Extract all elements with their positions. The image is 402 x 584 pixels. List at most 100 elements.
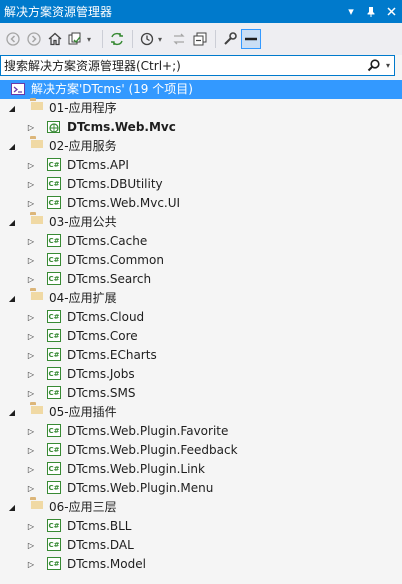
- solution-folder[interactable]: ◢ 02-应用服务: [0, 137, 402, 156]
- project-node[interactable]: ▷ C# DTcms.BLL: [0, 517, 402, 536]
- collapsed-arrow-icon[interactable]: ▷: [25, 194, 37, 213]
- collapsed-arrow-icon[interactable]: ▷: [25, 517, 37, 536]
- preview-icon[interactable]: [241, 29, 261, 49]
- csharp-project-icon: C#: [46, 385, 62, 401]
- csharp-project-icon: C#: [46, 518, 62, 534]
- csharp-project-icon: C#: [46, 271, 62, 287]
- collapsed-arrow-icon[interactable]: ▷: [25, 365, 37, 384]
- project-node[interactable]: ▷ C# DTcms.Core: [0, 327, 402, 346]
- project-node[interactable]: ▷ C# DTcms.Web.Plugin.Feedback: [0, 441, 402, 460]
- project-node[interactable]: ▷ DTcms.Web.Mvc: [0, 118, 402, 137]
- folder-icon: [29, 214, 45, 230]
- solution-folder[interactable]: ◢ 01-应用程序: [0, 99, 402, 118]
- project-node[interactable]: ▷ C# DTcms.Common: [0, 251, 402, 270]
- project-node[interactable]: ▷ C# DTcms.SMS: [0, 384, 402, 403]
- project-node[interactable]: ▷ C# DTcms.Search: [0, 270, 402, 289]
- csharp-badge: C#: [47, 272, 61, 285]
- project-node[interactable]: ▷ C# DTcms.Jobs: [0, 365, 402, 384]
- collapsed-arrow-icon[interactable]: ▷: [25, 251, 37, 270]
- expanded-arrow-icon[interactable]: ◢: [6, 403, 18, 422]
- project-label: DTcms.Model: [67, 557, 146, 571]
- project-node[interactable]: ▷ C# DTcms.Web.Plugin.Favorite: [0, 422, 402, 441]
- search-input[interactable]: [1, 56, 364, 75]
- project-node[interactable]: ▷ C# DTcms.API: [0, 156, 402, 175]
- collapsed-arrow-icon[interactable]: ▷: [25, 460, 37, 479]
- expanded-arrow-icon[interactable]: ◢: [6, 498, 18, 517]
- pin-icon[interactable]: [362, 3, 380, 21]
- chevron-down-icon[interactable]: ▾: [87, 35, 95, 44]
- chevron-down-icon[interactable]: ▾: [158, 35, 166, 44]
- collapsed-arrow-icon[interactable]: ▷: [25, 441, 37, 460]
- project-label: DTcms.Jobs: [67, 367, 135, 381]
- history-icon[interactable]: [137, 29, 157, 49]
- solution-tree: 解决方案'DTcms' (19 个项目) ◢ 01-应用程序 ▷ DTcms.Web.M…: [0, 80, 402, 574]
- project-node[interactable]: ▷ C# DTcms.Web.Plugin.Menu: [0, 479, 402, 498]
- collapsed-arrow-icon[interactable]: ▷: [25, 156, 37, 175]
- collapsed-arrow-icon[interactable]: ▷: [25, 232, 37, 251]
- close-icon[interactable]: [382, 3, 400, 21]
- solution-folder[interactable]: ◢ 03-应用公共: [0, 213, 402, 232]
- home-icon[interactable]: [45, 29, 65, 49]
- forward-icon[interactable]: [24, 29, 44, 49]
- collapsed-arrow-icon[interactable]: ▷: [25, 308, 37, 327]
- solution-folder[interactable]: ◢ 05-应用插件: [0, 403, 402, 422]
- project-label: DTcms.Cache: [67, 234, 148, 248]
- toolbar-separator: [132, 30, 133, 48]
- pending-changes-icon[interactable]: [66, 29, 86, 49]
- csharp-badge: C#: [47, 367, 61, 380]
- expanded-arrow-icon[interactable]: ◢: [6, 289, 18, 308]
- title-bar: 解决方案资源管理器 ▾: [0, 0, 402, 23]
- properties-icon[interactable]: [220, 29, 240, 49]
- collapsed-arrow-icon[interactable]: ▷: [25, 384, 37, 403]
- solution-folder[interactable]: ◢ 06-应用三层: [0, 498, 402, 517]
- solution-node[interactable]: 解决方案'DTcms' (19 个项目): [0, 80, 402, 99]
- expanded-arrow-icon[interactable]: ◢: [6, 137, 18, 156]
- project-node[interactable]: ▷ C# DTcms.DAL: [0, 536, 402, 555]
- switch-views-icon[interactable]: [169, 29, 189, 49]
- project-label: DTcms.SMS: [67, 386, 136, 400]
- collapsed-arrow-icon[interactable]: ▷: [25, 118, 37, 137]
- collapsed-arrow-icon[interactable]: ▷: [25, 327, 37, 346]
- dropdown-icon[interactable]: ▾: [342, 3, 360, 21]
- csharp-badge: C#: [47, 519, 61, 532]
- csharp-project-icon: C#: [46, 556, 62, 572]
- solution-folder[interactable]: ◢ 04-应用扩展: [0, 289, 402, 308]
- project-node[interactable]: ▷ C# DTcms.ECharts: [0, 346, 402, 365]
- csharp-project-icon: C#: [46, 480, 62, 496]
- csharp-project-icon: C#: [46, 537, 62, 553]
- collapsed-arrow-icon[interactable]: ▷: [25, 555, 37, 574]
- project-label: DTcms.Web.Mvc.UI: [67, 196, 181, 210]
- csharp-project-icon: C#: [46, 461, 62, 477]
- collapse-icon[interactable]: [190, 29, 210, 49]
- collapsed-arrow-icon[interactable]: ▷: [25, 422, 37, 441]
- sync-icon[interactable]: [107, 29, 127, 49]
- project-label: DTcms.Core: [67, 329, 138, 343]
- project-node[interactable]: ▷ C# DTcms.Cache: [0, 232, 402, 251]
- folder-label: 04-应用扩展: [49, 291, 117, 305]
- project-node[interactable]: ▷ C# DTcms.Cloud: [0, 308, 402, 327]
- collapsed-arrow-icon[interactable]: ▷: [25, 479, 37, 498]
- back-icon[interactable]: [3, 29, 23, 49]
- csharp-project-icon: C#: [46, 157, 62, 173]
- expanded-arrow-icon[interactable]: ◢: [6, 213, 18, 232]
- project-label: DTcms.Web.Plugin.Menu: [67, 481, 214, 495]
- project-node[interactable]: ▷ C# DTcms.Web.Plugin.Link: [0, 460, 402, 479]
- csharp-badge: C#: [47, 196, 61, 209]
- collapsed-arrow-icon[interactable]: ▷: [25, 536, 37, 555]
- project-node[interactable]: ▷ C# DTcms.DBUtility: [0, 175, 402, 194]
- expanded-arrow-icon[interactable]: ◢: [6, 99, 18, 118]
- project-label: DTcms.API: [67, 158, 129, 172]
- search-options-dropdown[interactable]: ▾: [382, 56, 394, 75]
- csharp-badge: C#: [47, 329, 61, 342]
- project-label: DTcms.Cloud: [67, 310, 145, 324]
- collapsed-arrow-icon[interactable]: ▷: [25, 270, 37, 289]
- project-node[interactable]: ▷ C# DTcms.Model: [0, 555, 402, 574]
- project-node[interactable]: ▷ C# DTcms.Web.Mvc.UI: [0, 194, 402, 213]
- collapsed-arrow-icon[interactable]: ▷: [25, 175, 37, 194]
- search-icon[interactable]: [364, 56, 382, 75]
- csharp-badge: C#: [47, 386, 61, 399]
- toolbar: ▾ ▾: [0, 23, 402, 55]
- collapsed-arrow-icon[interactable]: ▷: [25, 346, 37, 365]
- toolbar-separator: [102, 30, 103, 48]
- project-label: DTcms.Search: [67, 272, 152, 286]
